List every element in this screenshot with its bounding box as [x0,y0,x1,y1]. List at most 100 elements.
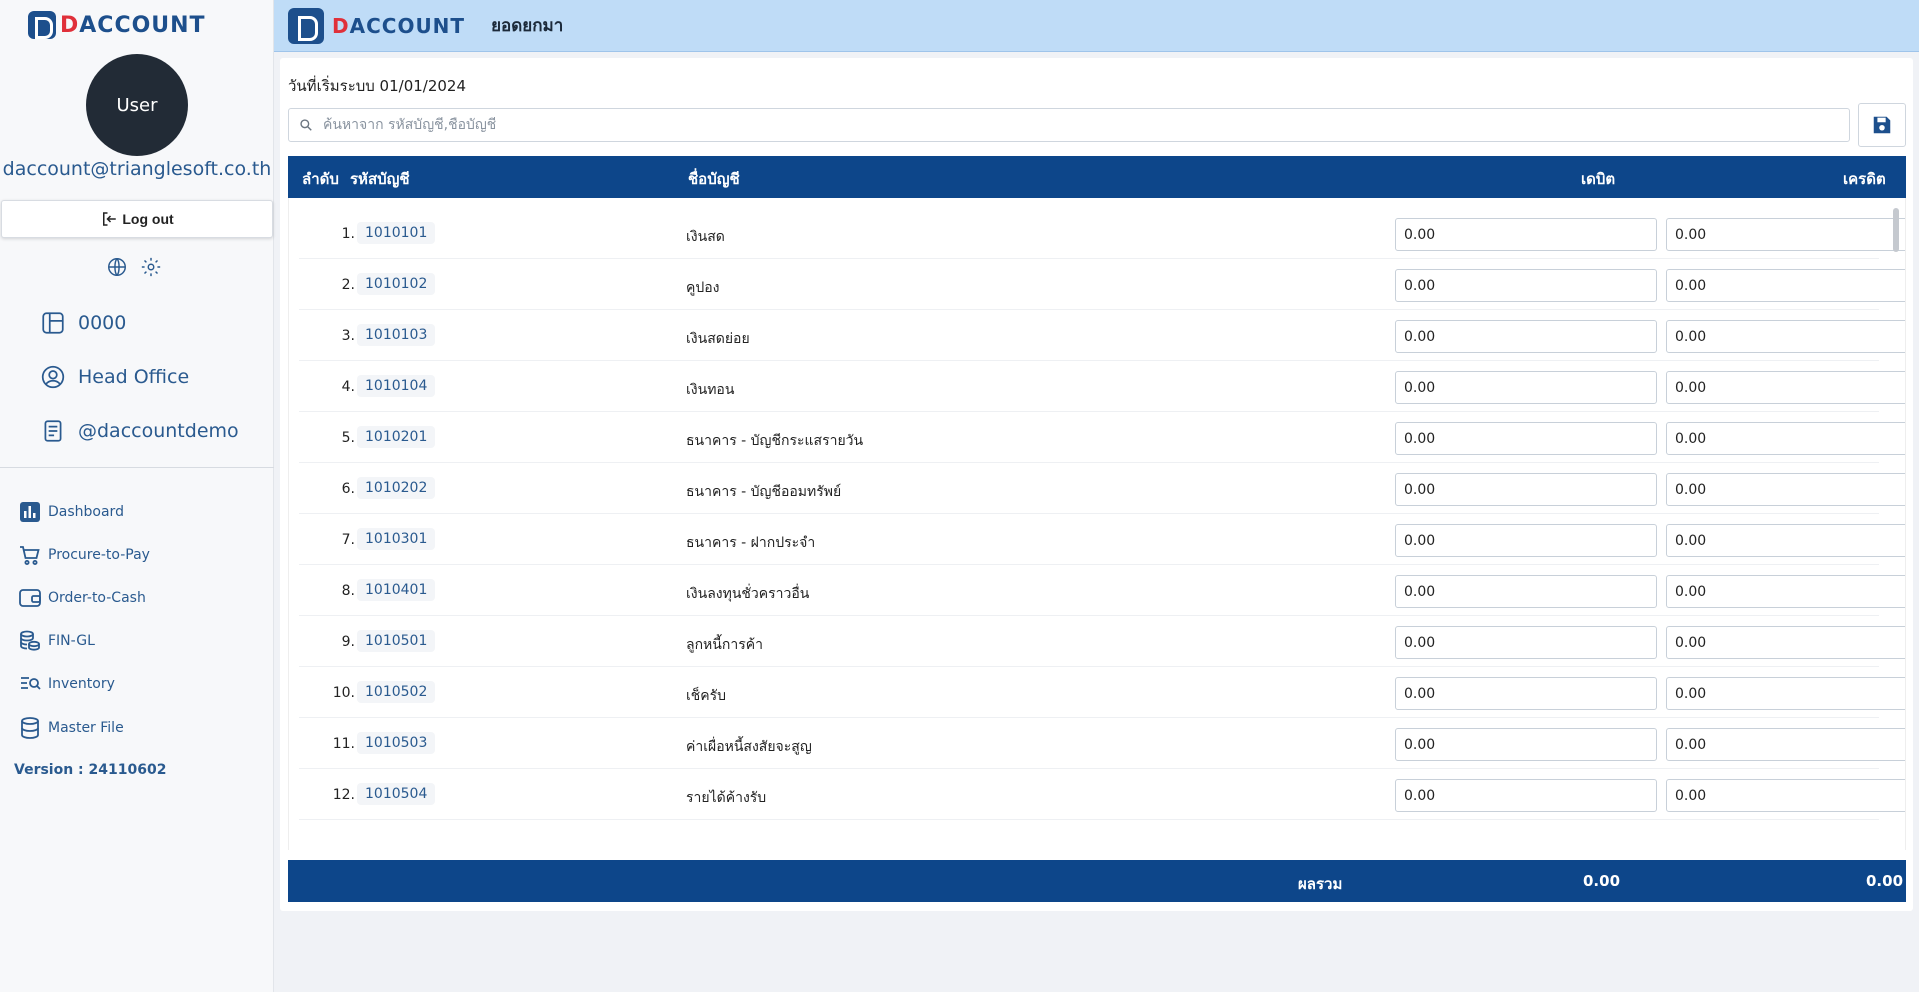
credit-input[interactable] [1666,473,1905,506]
account-code[interactable]: 1010102 [357,273,436,295]
credit-input[interactable] [1666,218,1905,251]
account-name: เงินทอน [686,382,735,398]
debit-input[interactable] [1395,626,1657,659]
table-row: 9. 1010501 ลูกหนี้การค้า [299,616,1905,667]
save-button[interactable] [1858,103,1906,147]
credit-input[interactable] [1666,779,1905,812]
debit-input[interactable] [1395,473,1657,506]
table-row: 12. 1010504 รายได้ค้างรับ [299,769,1905,820]
account-name: เงินสด [686,229,725,245]
account-code[interactable]: 1010503 [357,732,436,754]
credit-input[interactable] [1666,677,1905,710]
header-code: รหัสบัญชี [350,170,410,188]
debit-input[interactable] [1395,371,1657,404]
nav-inventory-label: Inventory [48,676,115,692]
table-row: 2. 1010102 คูปอง [299,259,1905,310]
database-icon [21,717,39,739]
company-code-label: 0000 [78,312,127,334]
account-code[interactable]: 1010101 [357,222,436,244]
coins-icon [20,630,40,651]
credit-input[interactable] [1666,524,1905,557]
credit-input[interactable] [1666,422,1905,455]
account-name: ธนาคาร - บัญชีออมทรัพย์ [686,484,842,500]
sidebar: DACCOUNT User daccount@trianglesoft.co.t… [0,0,274,992]
footer-debit-total: 0.00 [1583,872,1621,890]
logout-label: Log out [122,211,174,227]
credit-input[interactable] [1666,269,1905,302]
logo-mark-icon[interactable] [288,7,324,44]
wallet-icon [19,589,41,607]
logout-button[interactable]: Log out [1,200,273,238]
account-code[interactable]: 1010504 [357,783,436,805]
table-row: 1. 1010101 เงินสด [299,208,1905,259]
nav-master-file-label: Master File [48,720,124,736]
layout-icon [42,312,64,334]
row-index: 4. [341,379,355,395]
debit-input[interactable] [1395,524,1657,557]
globe-icon[interactable] [106,256,128,278]
debit-input[interactable] [1395,779,1657,812]
credit-input[interactable] [1666,371,1905,404]
table-row: 5. 1010201 ธนาคาร - บัญชีกระแสรายวัน [299,412,1905,463]
account-code[interactable]: 1010201 [357,426,436,448]
table-row: 4. 1010104 เงินทอน [299,361,1905,412]
search-box [288,108,1850,142]
brand-wordmark: DACCOUNT [60,12,206,38]
credit-input[interactable] [1666,626,1905,659]
account-code[interactable]: 1010501 [357,630,436,652]
brand-logo[interactable]: DACCOUNT [28,11,206,39]
debit-input[interactable] [1395,728,1657,761]
version-label: Version : 24110602 [14,762,167,778]
table-row-partial [299,820,1879,850]
logo-mark-icon [28,11,56,39]
account-name: รายได้ค้างรับ [686,790,767,806]
debit-input[interactable] [1395,320,1657,353]
header-debit: เดบิต [1581,170,1616,188]
logout-icon [103,212,117,226]
nav-procure-to-pay[interactable]: Procure-to-Pay [18,543,150,567]
debit-input[interactable] [1395,269,1657,302]
gear-icon[interactable] [140,256,162,278]
table-header: ลำดับ รหัสบัญชี ชื่อบัญชี เดบิต เครดิต [288,156,1906,198]
account-name: เงินสดย่อย [686,331,750,347]
nav-inventory[interactable]: Inventory [18,672,115,696]
cart-icon [20,546,40,565]
account-code[interactable]: 1010202 [357,477,436,499]
table-scrollbar[interactable] [1893,208,1899,252]
avatar[interactable]: User [86,54,188,156]
nav-dashboard[interactable]: Dashboard [18,500,124,524]
row-index: 3. [341,328,355,344]
debit-input[interactable] [1395,422,1657,455]
account-code[interactable]: 1010301 [357,528,436,550]
account-code[interactable]: 1010502 [357,681,436,703]
system-start-date: วันที่เริ่มระบบ 01/01/2024 [288,77,467,95]
footer-credit-total: 0.00 [1866,872,1904,890]
search-input[interactable] [323,117,1823,133]
nav-order-to-cash[interactable]: Order-to-Cash [18,586,146,610]
credit-input[interactable] [1666,728,1905,761]
credit-input[interactable] [1666,320,1905,353]
table-row: 8. 1010401 เงินลงทุนชั่วคราวอื่น [299,565,1905,616]
nav-fin-gl[interactable]: FIN-GL [18,629,95,653]
account-name: ค่าเผื่อหนี้สงสัยจะสูญ [686,739,812,755]
table-body[interactable]: 1. 1010101 เงินสด 2. 1010102 คูปอง 3. 10… [288,198,1906,850]
row-index: 5. [341,430,355,446]
credit-input[interactable] [1666,575,1905,608]
debit-input[interactable] [1395,677,1657,710]
account-name: เช็ครับ [686,688,727,704]
debit-input[interactable] [1395,575,1657,608]
debit-input[interactable] [1395,218,1657,251]
user-circle-icon [41,365,65,389]
nav-master-file[interactable]: Master File [18,716,124,740]
list-search-icon [21,677,41,690]
account-code[interactable]: 1010103 [357,324,436,346]
account-code[interactable]: 1010104 [357,375,436,397]
table-footer: ผลรวม 0.00 0.00 [288,860,1906,902]
account-code[interactable]: 1010401 [357,579,436,601]
row-index: 7. [341,532,355,548]
user-email: daccount@trianglesoft.co.th [2,158,272,180]
sidebar-divider [0,467,274,468]
workspace-label: @daccountdemo [78,420,239,442]
page-title: ยอดยกมา [491,16,564,36]
row-index: 12. [332,787,355,803]
